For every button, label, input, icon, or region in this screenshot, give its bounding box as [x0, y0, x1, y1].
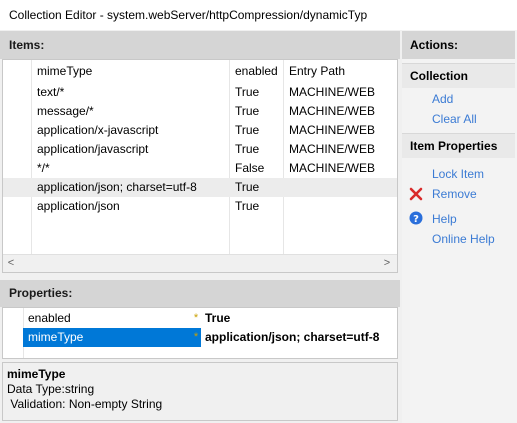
property-row-mimetype[interactable]: mimeType * application/json; charset=utf… — [3, 328, 397, 347]
items-header: Items: — [0, 31, 400, 59]
cell-mimetype: */* — [37, 161, 50, 175]
cell-mimetype: application/json — [37, 199, 120, 213]
cell-enabled: True — [235, 85, 260, 99]
cell-mimetype: application/javascript — [37, 142, 149, 156]
table-row[interactable]: application/json True — [3, 197, 397, 216]
table-row[interactable]: application/javascript True MACHINE/WEB — [3, 140, 397, 159]
cell-enabled: True — [235, 199, 260, 213]
table-row[interactable]: */* False MACHINE/WEB — [3, 159, 397, 178]
required-marker-icon: * — [193, 312, 199, 324]
property-name: enabled — [28, 311, 71, 325]
property-name-selected: mimeType — [23, 328, 201, 347]
cell-mimetype: application/x-javascript — [37, 123, 159, 137]
property-description: mimeType Data Type:string Validation: No… — [2, 362, 398, 421]
description-title: mimeType — [7, 367, 66, 381]
cell-mimetype: text/* — [37, 85, 65, 99]
column-header-enabled[interactable]: enabled — [235, 62, 283, 81]
table-row-selected[interactable]: application/json; charset=utf-8 True — [3, 178, 397, 197]
svg-text:?: ? — [413, 214, 419, 225]
cell-enabled: True — [235, 123, 260, 137]
cell-enabled: True — [235, 104, 260, 118]
property-value[interactable]: application/json; charset=utf-8 — [205, 328, 379, 347]
cell-enabled: True — [235, 180, 260, 194]
cell-entry-path: MACHINE/WEB — [289, 142, 376, 156]
description-data-type: Data Type:string — [7, 382, 95, 396]
scroll-left-button[interactable]: < — [3, 255, 19, 272]
cell-entry-path: MACHINE/WEB — [289, 161, 376, 175]
title-bar: Collection Editor - system.webServer/htt… — [0, 0, 517, 30]
cell-entry-path: MACHINE/WEB — [289, 85, 376, 99]
cell-mimetype: application/json; charset=utf-8 — [37, 180, 197, 194]
clear-all-link[interactable]: Clear All — [432, 111, 477, 127]
horizontal-scrollbar[interactable]: < > — [3, 254, 397, 272]
items-column-headers: mimeType enabled Entry Path — [3, 62, 397, 81]
properties-grid[interactable]: enabled * True mimeType * application/js… — [2, 307, 398, 359]
actions-pane: Actions: Collection Add Clear All Item P… — [402, 30, 517, 423]
description-validation: Validation: Non-empty String — [7, 397, 163, 411]
properties-header: Properties: — [0, 280, 400, 307]
cell-enabled: False — [235, 161, 265, 175]
required-marker-icon: * — [193, 331, 199, 343]
property-value[interactable]: True — [205, 309, 230, 328]
actions-header: Actions: — [402, 31, 515, 59]
cell-entry-path: MACHINE/WEB — [289, 123, 376, 137]
cell-enabled: True — [235, 142, 260, 156]
help-link[interactable]: Help — [432, 211, 457, 227]
items-grid[interactable]: mimeType enabled Entry Path text/* True … — [2, 59, 398, 273]
remove-link[interactable]: Remove — [432, 186, 477, 202]
cell-mimetype: message/* — [37, 104, 94, 118]
help-icon: ? — [409, 211, 423, 225]
column-header-entry-path[interactable]: Entry Path — [289, 62, 377, 81]
online-help-link[interactable]: Online Help — [432, 231, 495, 247]
property-row-enabled[interactable]: enabled * True — [3, 309, 397, 328]
remove-icon — [409, 187, 423, 201]
add-link[interactable]: Add — [432, 91, 453, 107]
lock-item-link[interactable]: Lock Item — [432, 166, 484, 182]
scroll-right-button[interactable]: > — [379, 255, 395, 272]
item-properties-section-title: Item Properties — [402, 133, 515, 158]
table-row[interactable]: text/* True MACHINE/WEB — [3, 83, 397, 102]
cell-entry-path: MACHINE/WEB — [289, 104, 376, 118]
table-row[interactable]: application/x-javascript True MACHINE/WE… — [3, 121, 397, 140]
collection-section-title: Collection — [402, 63, 515, 88]
window-title: Collection Editor - system.webServer/htt… — [9, 8, 368, 22]
column-header-mimetype[interactable]: mimeType — [37, 62, 227, 81]
table-row[interactable]: message/* True MACHINE/WEB — [3, 102, 397, 121]
